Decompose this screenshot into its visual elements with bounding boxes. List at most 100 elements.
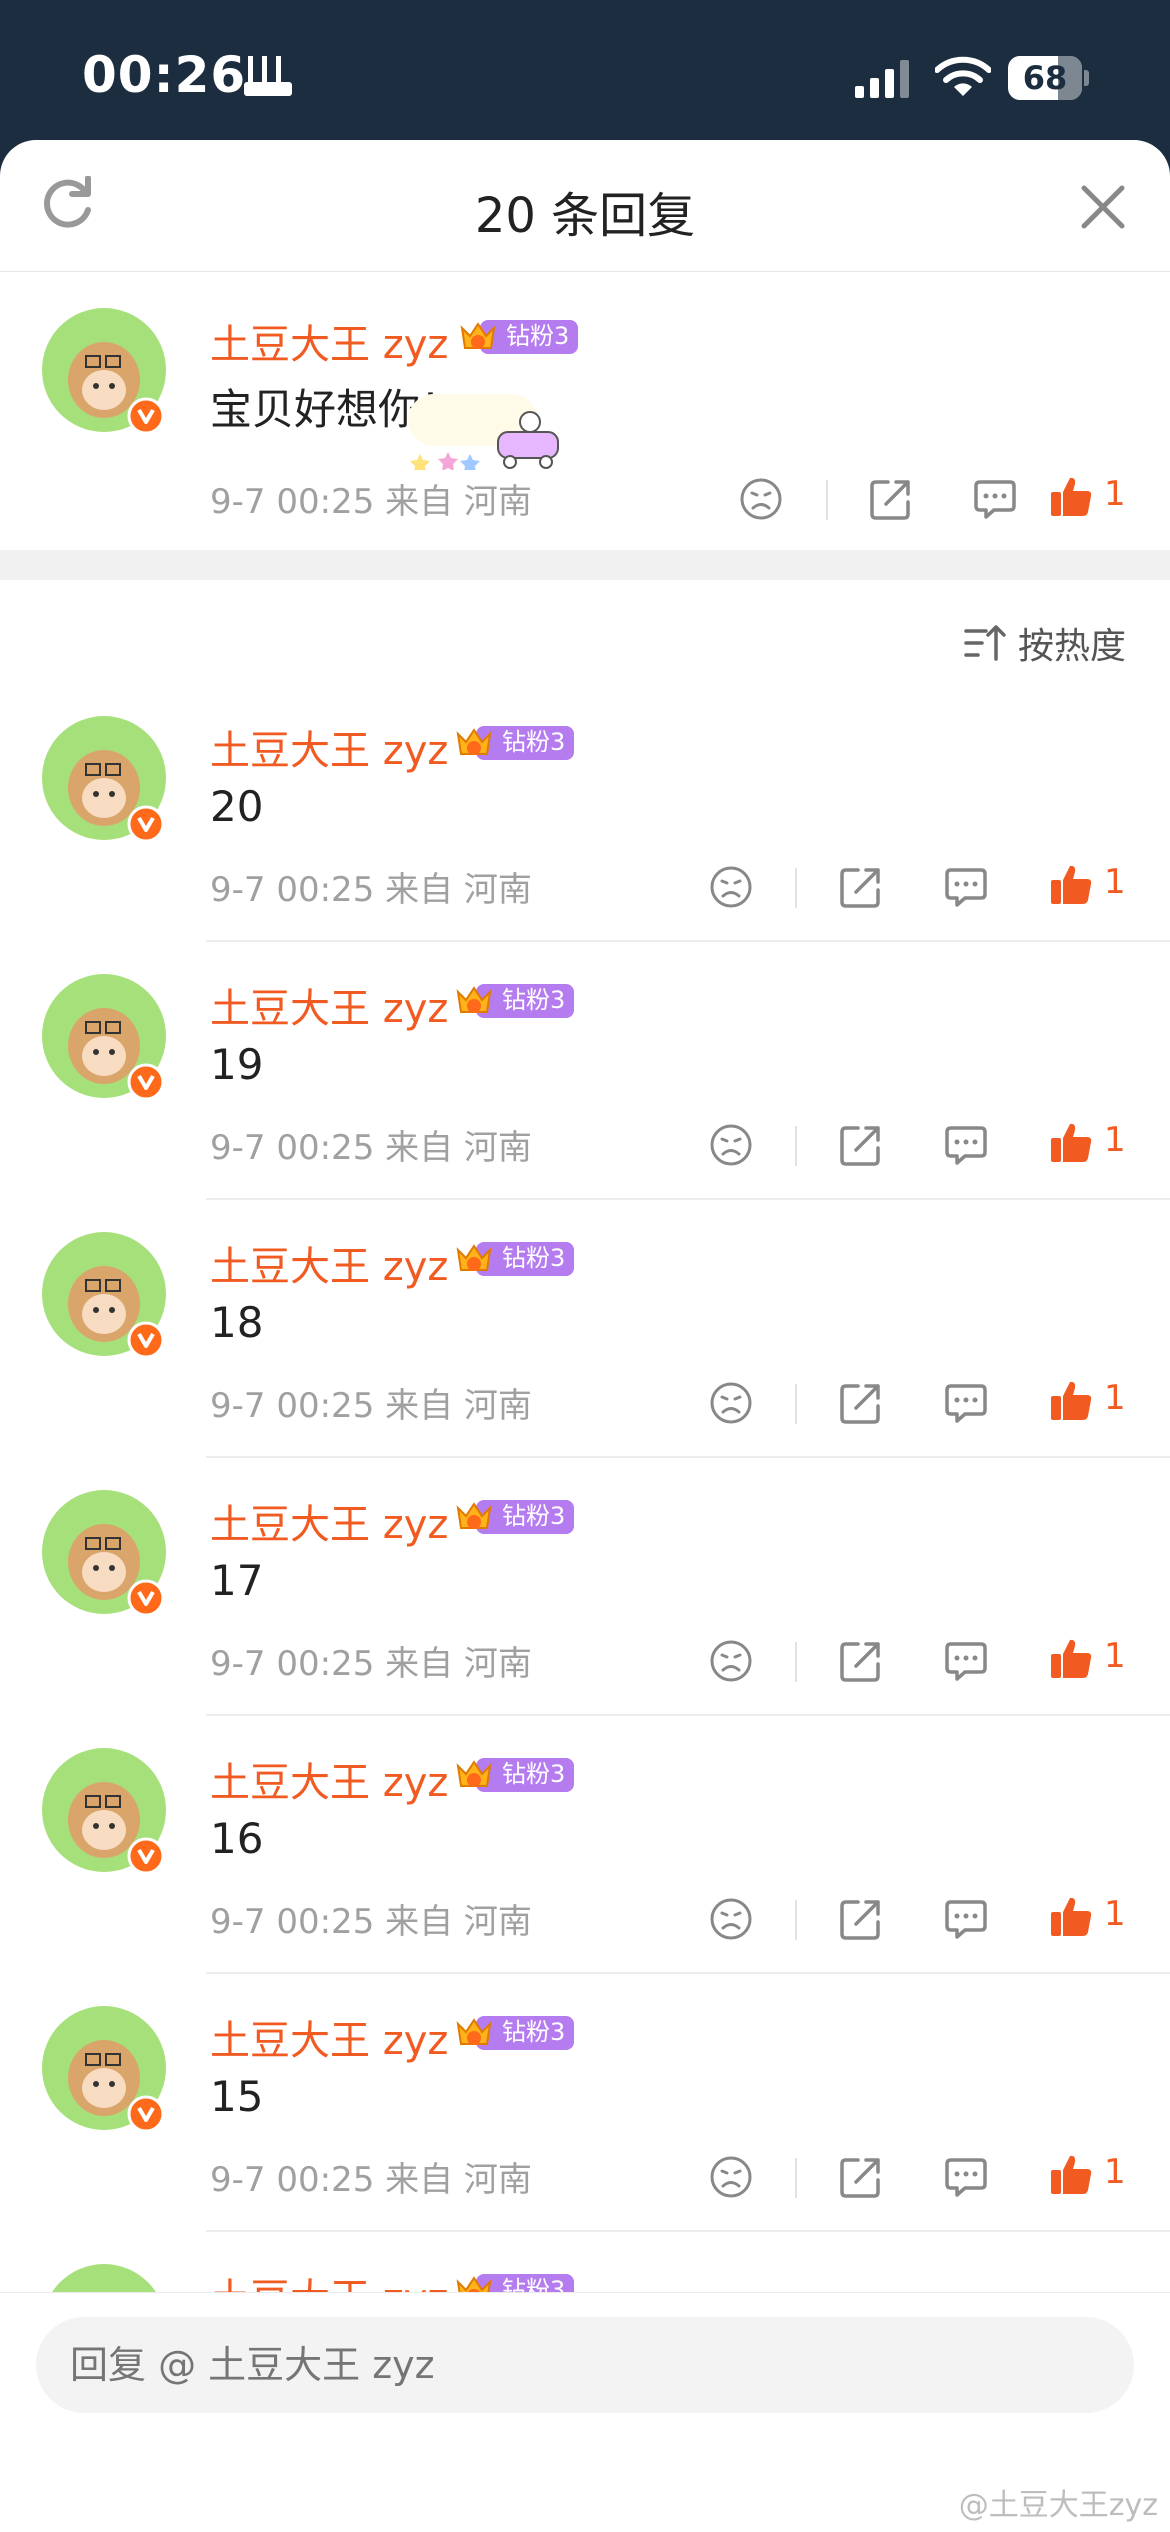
share-icon[interactable] (868, 476, 914, 522)
dislike-icon[interactable] (708, 1380, 754, 1426)
dislike-icon[interactable] (708, 1638, 754, 1684)
comment-icon[interactable] (943, 864, 989, 910)
cellular-signal-icon (855, 60, 909, 98)
avatar[interactable] (40, 714, 168, 842)
username[interactable]: 土豆大王 zyz (210, 312, 448, 370)
comment-meta: 9-7 00:25 来自 河南 (210, 2160, 532, 2200)
comment-meta: 9-7 00:25 来自 河南 (210, 1644, 532, 1684)
comment-text: 16 (210, 1814, 264, 1863)
fan-badge: 钻粉3 (454, 722, 574, 762)
avatar[interactable] (40, 972, 168, 1100)
like-count: 1 (1104, 1120, 1126, 1160)
like-icon[interactable] (1048, 1120, 1094, 1166)
comment-icon[interactable] (943, 1896, 989, 1942)
like-icon[interactable] (1048, 2152, 1094, 2198)
reply-input[interactable] (36, 2317, 1134, 2413)
fan-badge: 钻粉3 (454, 980, 574, 1020)
sheet-header: 20 条回复 (0, 140, 1170, 272)
share-icon[interactable] (838, 1896, 884, 1942)
row-divider (206, 1198, 1170, 1200)
comment-icon[interactable] (943, 1380, 989, 1426)
comment-text: 18 (210, 1298, 264, 1347)
avatar[interactable] (40, 2004, 168, 2132)
username[interactable]: 土豆大王 zyz (210, 1750, 448, 1808)
status-time: 00:26 (82, 46, 247, 104)
fan-badge: 钻粉3 (454, 1496, 574, 1536)
app-notification-icon (244, 56, 292, 96)
fan-badge: 钻粉3 (454, 1754, 574, 1794)
comment-meta: 9-7 00:25 来自 河南 (210, 1902, 532, 1942)
username[interactable]: 土豆大王 zyz (210, 976, 448, 1034)
comment-meta: 9-7 00:25 来自 河南 (210, 1128, 532, 1168)
username[interactable]: 土豆大王 zyz (210, 2008, 448, 2066)
sticker-decoration (408, 394, 559, 470)
replies-sheet: 20 条回复 土豆大王 zyz 钻粉3 宝贝好想你！ 9-7 00:25 来自 … (0, 140, 1170, 2532)
like-count: 1 (1104, 2152, 1126, 2192)
like-icon[interactable] (1048, 1378, 1094, 1424)
share-icon[interactable] (838, 1380, 884, 1426)
username[interactable]: 土豆大王 zyz (210, 1234, 448, 1292)
comment-icon[interactable] (943, 2154, 989, 2200)
page-title: 20 条回复 (474, 188, 696, 244)
dislike-icon[interactable] (738, 476, 784, 522)
like-count: 1 (1104, 1894, 1126, 1934)
row-divider (206, 2230, 1170, 2232)
action-divider (795, 2158, 797, 2198)
status-bar: 00:26 68 (0, 0, 1170, 145)
fan-badge: 钻粉3 (458, 316, 578, 356)
comment-text: 17 (210, 1556, 264, 1605)
row-divider (206, 1456, 1170, 1458)
like-count: 1 (1104, 474, 1126, 514)
comment-text: 20 (210, 782, 264, 831)
row-divider (206, 1714, 1170, 1716)
dislike-icon[interactable] (708, 864, 754, 910)
avatar[interactable] (40, 1488, 168, 1616)
share-icon[interactable] (838, 1638, 884, 1684)
comment-icon[interactable] (943, 1122, 989, 1168)
avatar[interactable] (40, 1230, 168, 1358)
share-icon[interactable] (838, 864, 884, 910)
comment-meta: 9-7 00:25 来自 河南 (210, 482, 532, 522)
section-divider (0, 550, 1170, 580)
action-divider (795, 1900, 797, 1940)
like-count: 1 (1104, 862, 1126, 902)
like-count: 1 (1104, 1636, 1126, 1676)
comment-text: 19 (210, 1040, 264, 1089)
wifi-icon (935, 56, 991, 96)
action-divider (795, 1384, 797, 1424)
action-divider (795, 868, 797, 908)
row-divider (206, 940, 1170, 942)
comment-meta: 9-7 00:25 来自 河南 (210, 1386, 532, 1426)
share-icon[interactable] (838, 1122, 884, 1168)
like-count: 1 (1104, 1378, 1126, 1418)
dislike-icon[interactable] (708, 2154, 754, 2200)
share-icon[interactable] (838, 2154, 884, 2200)
comment-icon[interactable] (972, 476, 1018, 522)
comment-text: 15 (210, 2072, 264, 2121)
avatar[interactable] (40, 306, 168, 434)
comment-icon[interactable] (943, 1638, 989, 1684)
dislike-icon[interactable] (708, 1896, 754, 1942)
sort-label: 按热度 (1017, 626, 1126, 667)
avatar[interactable] (40, 1746, 168, 1874)
like-icon[interactable] (1048, 1894, 1094, 1940)
like-icon[interactable] (1048, 862, 1094, 908)
dislike-icon[interactable] (708, 1122, 754, 1168)
username[interactable]: 土豆大王 zyz (210, 1492, 448, 1550)
watermark: @土豆大王zyz (958, 2488, 1158, 2523)
battery-level: 68 (1022, 59, 1068, 97)
action-divider (795, 1642, 797, 1682)
close-icon[interactable] (1080, 184, 1126, 230)
username[interactable]: 土豆大王 zyz (210, 718, 448, 776)
reply-bar: @土豆大王zyz (0, 2292, 1170, 2532)
like-icon[interactable] (1048, 474, 1094, 520)
sort-icon (964, 625, 1006, 661)
sort-button[interactable]: 按热度 (964, 618, 1126, 668)
row-divider (206, 1972, 1170, 1974)
action-divider (795, 1126, 797, 1166)
like-icon[interactable] (1048, 1636, 1094, 1682)
battery-icon: 68 (1008, 56, 1089, 100)
fan-badge: 钻粉3 (454, 2012, 574, 2052)
comment-meta: 9-7 00:25 来自 河南 (210, 870, 532, 910)
fan-badge: 钻粉3 (454, 1238, 574, 1278)
